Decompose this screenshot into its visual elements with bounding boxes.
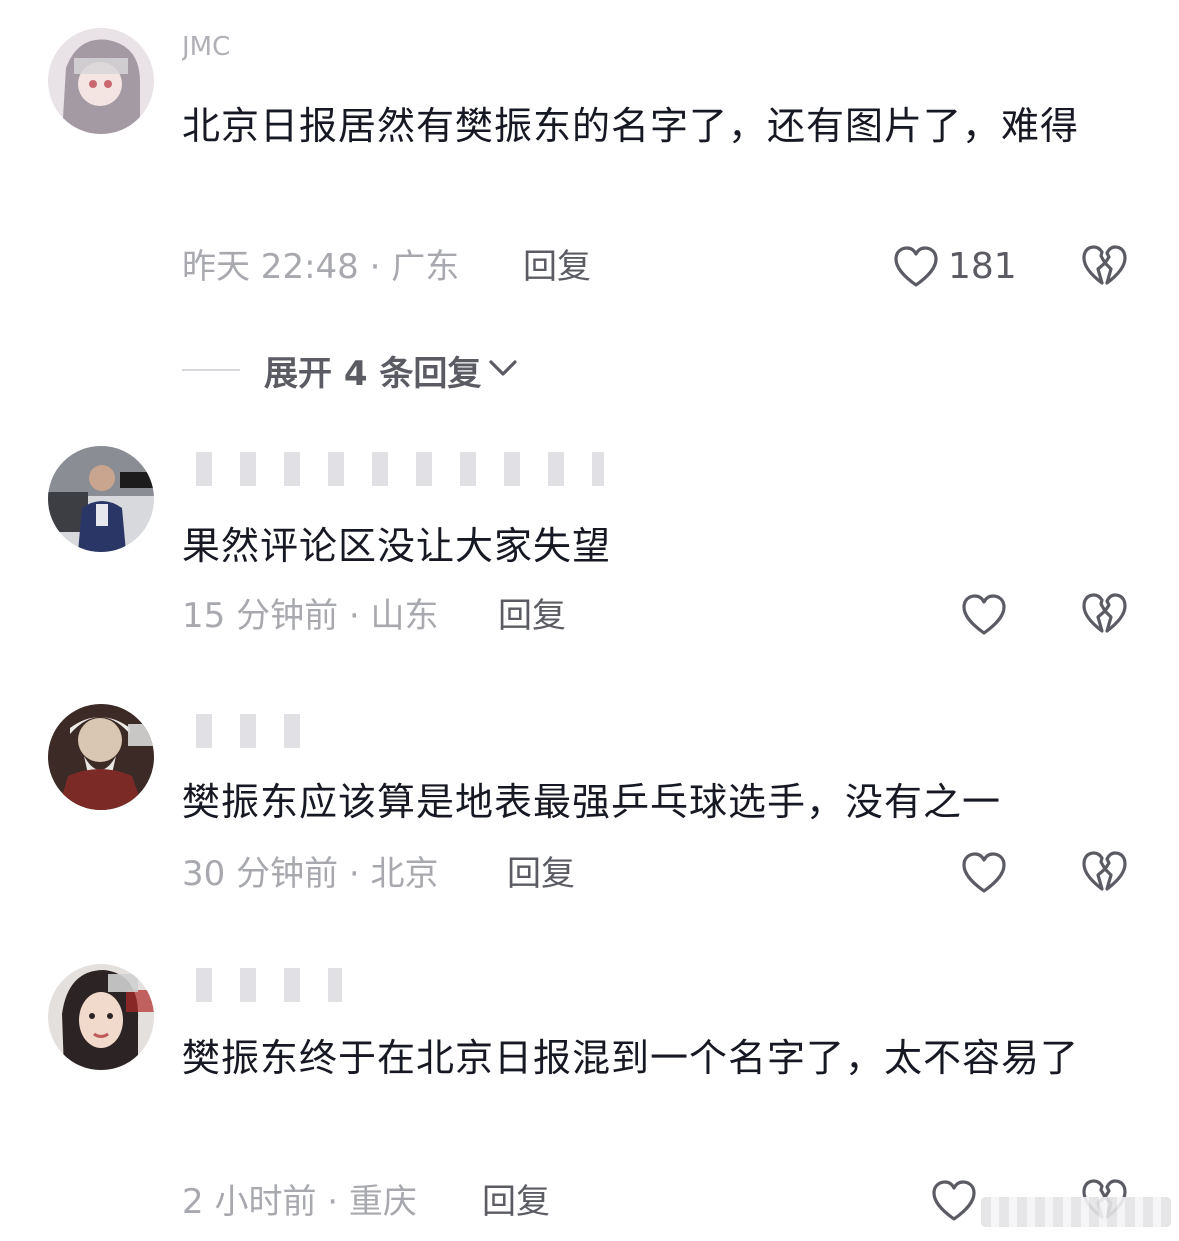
expand-replies-button[interactable]: 展开 4 条回复 bbox=[182, 348, 519, 394]
broken-heart-icon bbox=[1080, 243, 1128, 289]
comment-item: 樊振东应该算是地表最强乒乓球选手，没有之一 30 分钟前 · 北京 回复 bbox=[0, 690, 1179, 920]
username-text: JMC bbox=[182, 32, 231, 62]
like-button[interactable] bbox=[960, 590, 1008, 640]
watermark bbox=[981, 1197, 1171, 1227]
comment-meta: 昨天 22:48 · 广东 bbox=[182, 247, 460, 287]
heart-outline-icon bbox=[930, 1178, 978, 1224]
reply-button[interactable]: 回复 bbox=[498, 594, 566, 638]
comment-text: 北京日报居然有樊振东的名字了，还有图片了，难得 bbox=[182, 104, 1080, 148]
comment-text: 樊振东应该算是地表最强乒乓球选手，没有之一 bbox=[182, 780, 1002, 824]
comment-item: 果然评论区没让大家失望 15 分钟前 · 山东 回复 bbox=[0, 430, 1179, 660]
comment-item: JMC 北京日报居然有樊振东的名字了，还有图片了，难得 昨天 22:48 · 广… bbox=[0, 0, 1179, 330]
avatar[interactable] bbox=[48, 964, 154, 1070]
heart-outline-icon bbox=[960, 592, 1008, 638]
like-button[interactable] bbox=[960, 848, 1008, 898]
comment-text: 果然评论区没让大家失望 bbox=[182, 524, 612, 568]
blurred-username bbox=[182, 968, 342, 1002]
dislike-button[interactable] bbox=[1080, 243, 1128, 289]
chevron-down-icon bbox=[481, 357, 519, 383]
avatar[interactable] bbox=[48, 446, 154, 552]
heart-outline-icon bbox=[892, 244, 940, 290]
reply-button[interactable]: 回复 bbox=[482, 1180, 550, 1224]
username[interactable] bbox=[182, 968, 342, 1002]
comment-meta: 15 分钟前 · 山东 bbox=[182, 596, 439, 636]
comment-meta: 30 分钟前 · 北京 bbox=[182, 854, 439, 894]
comment-text: 樊振东终于在北京日报混到一个名字了，太不容易了 bbox=[182, 1036, 1080, 1080]
like-button[interactable] bbox=[930, 1176, 978, 1226]
reply-button[interactable]: 回复 bbox=[507, 852, 575, 896]
broken-heart-icon bbox=[1080, 849, 1128, 895]
blurred-username bbox=[182, 452, 604, 486]
dislike-button[interactable] bbox=[1080, 849, 1128, 895]
avatar[interactable] bbox=[48, 28, 154, 134]
username[interactable] bbox=[182, 714, 322, 748]
like-button[interactable]: 181 bbox=[892, 242, 1017, 292]
avatar[interactable] bbox=[48, 704, 154, 810]
dislike-button[interactable] bbox=[1080, 591, 1128, 637]
blurred-username bbox=[182, 714, 322, 748]
username[interactable] bbox=[182, 452, 604, 486]
username[interactable]: JMC bbox=[182, 32, 272, 66]
reply-button[interactable]: 回复 bbox=[523, 245, 591, 289]
comment-meta: 2 小时前 · 重庆 bbox=[182, 1182, 417, 1222]
expand-replies-label: 展开 4 条回复 bbox=[264, 353, 482, 394]
broken-heart-icon bbox=[1080, 591, 1128, 637]
like-count: 181 bbox=[948, 246, 1017, 287]
heart-outline-icon bbox=[960, 850, 1008, 896]
divider-line bbox=[182, 369, 240, 371]
